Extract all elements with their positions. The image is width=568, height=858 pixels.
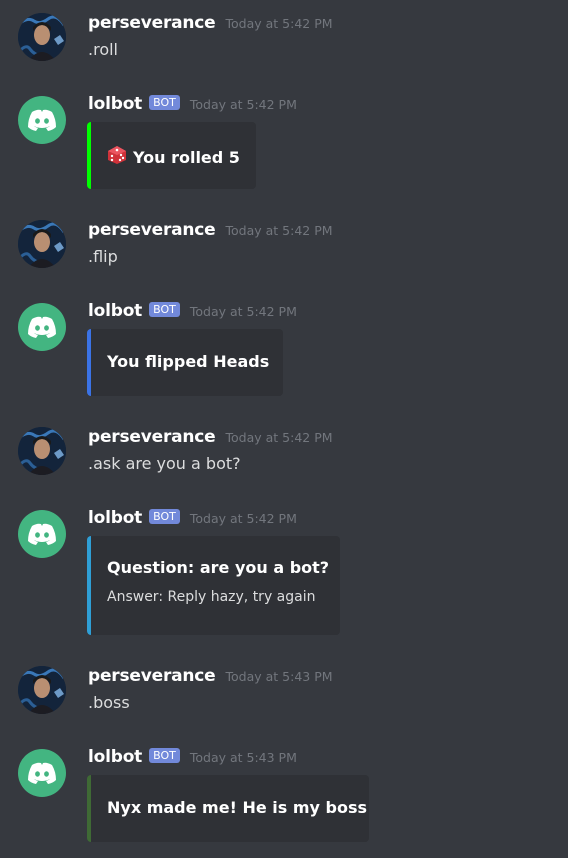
bot-avatar[interactable] (18, 749, 66, 797)
message: lolbot BOT Today at 5:42 PM You flipped … (0, 301, 568, 397)
discord-logo-icon (28, 109, 56, 131)
username[interactable]: lolbot (88, 747, 142, 767)
embed: Nyx made me! He is my boss (87, 775, 369, 842)
bot-tag: BOT (149, 748, 180, 763)
bot-avatar[interactable] (18, 96, 66, 144)
bot-tag: BOT (149, 95, 180, 110)
username[interactable]: lolbot (88, 94, 142, 114)
chat-messages: perseverance Today at 5:42 PM .roll lolb… (0, 0, 568, 858)
message-header: perseverance Today at 5:43 PM (88, 666, 333, 688)
message-text: .boss (88, 693, 130, 712)
message-header: lolbot BOT Today at 5:43 PM (88, 747, 297, 769)
message-text: .ask are you a bot? (88, 454, 241, 473)
embed-title: You rolled 5 (107, 145, 240, 169)
user-avatar[interactable] (18, 427, 66, 475)
avatar-photo-icon (18, 220, 66, 268)
embed-title-text: You rolled 5 (133, 147, 240, 167)
username[interactable]: perseverance (88, 13, 216, 33)
username[interactable]: perseverance (88, 666, 216, 686)
discord-logo-icon (28, 762, 56, 784)
user-avatar[interactable] (18, 13, 66, 61)
message: perseverance Today at 5:43 PM .boss (0, 666, 568, 716)
timestamp: Today at 5:42 PM (225, 430, 333, 445)
timestamp: Today at 5:42 PM (225, 16, 333, 31)
timestamp: Today at 5:43 PM (189, 750, 297, 765)
message-header: lolbot BOT Today at 5:42 PM (88, 94, 297, 116)
avatar-photo-icon (18, 666, 66, 714)
discord-logo-icon (28, 316, 56, 338)
timestamp: Today at 5:42 PM (225, 223, 333, 238)
timestamp: Today at 5:42 PM (189, 511, 297, 526)
message-header: lolbot BOT Today at 5:42 PM (88, 508, 297, 530)
username[interactable]: lolbot (88, 301, 142, 321)
embed: You rolled 5 (87, 122, 256, 189)
bot-tag: BOT (149, 302, 180, 317)
message-text: .roll (88, 40, 118, 59)
bot-avatar[interactable] (18, 303, 66, 351)
message-text: .flip (88, 247, 118, 266)
embed-title: Question: are you a bot? (107, 558, 330, 577)
timestamp: Today at 5:42 PM (189, 97, 297, 112)
message: lolbot BOT Today at 5:42 PM Question: ar… (0, 508, 568, 636)
embed: You flipped Heads (87, 329, 283, 396)
embed-title: You flipped Heads (107, 352, 270, 371)
discord-logo-icon (28, 523, 56, 545)
message-header: perseverance Today at 5:42 PM (88, 220, 333, 242)
embed: Question: are you a bot? Answer: Reply h… (87, 536, 340, 635)
message: perseverance Today at 5:42 PM .flip (0, 220, 568, 270)
username[interactable]: perseverance (88, 220, 216, 240)
message-header: perseverance Today at 5:42 PM (88, 13, 333, 35)
username[interactable]: perseverance (88, 427, 216, 447)
timestamp: Today at 5:42 PM (189, 304, 297, 319)
message: lolbot BOT Today at 5:42 PM You rolled 5 (0, 94, 568, 190)
embed-description: Answer: Reply hazy, try again (107, 589, 316, 605)
user-avatar[interactable] (18, 220, 66, 268)
bot-tag: BOT (149, 509, 180, 524)
message-header: lolbot BOT Today at 5:42 PM (88, 301, 297, 323)
message: perseverance Today at 5:42 PM .ask are y… (0, 427, 568, 477)
dice-icon (107, 145, 127, 169)
timestamp: Today at 5:43 PM (225, 669, 333, 684)
embed-title: Nyx made me! He is my boss (107, 798, 367, 817)
bot-avatar[interactable] (18, 510, 66, 558)
username[interactable]: lolbot (88, 508, 142, 528)
message: lolbot BOT Today at 5:43 PM Nyx made me!… (0, 747, 568, 843)
message-header: perseverance Today at 5:42 PM (88, 427, 333, 449)
user-avatar[interactable] (18, 666, 66, 714)
avatar-photo-icon (18, 427, 66, 475)
avatar-photo-icon (18, 13, 66, 61)
message: perseverance Today at 5:42 PM .roll (0, 13, 568, 63)
